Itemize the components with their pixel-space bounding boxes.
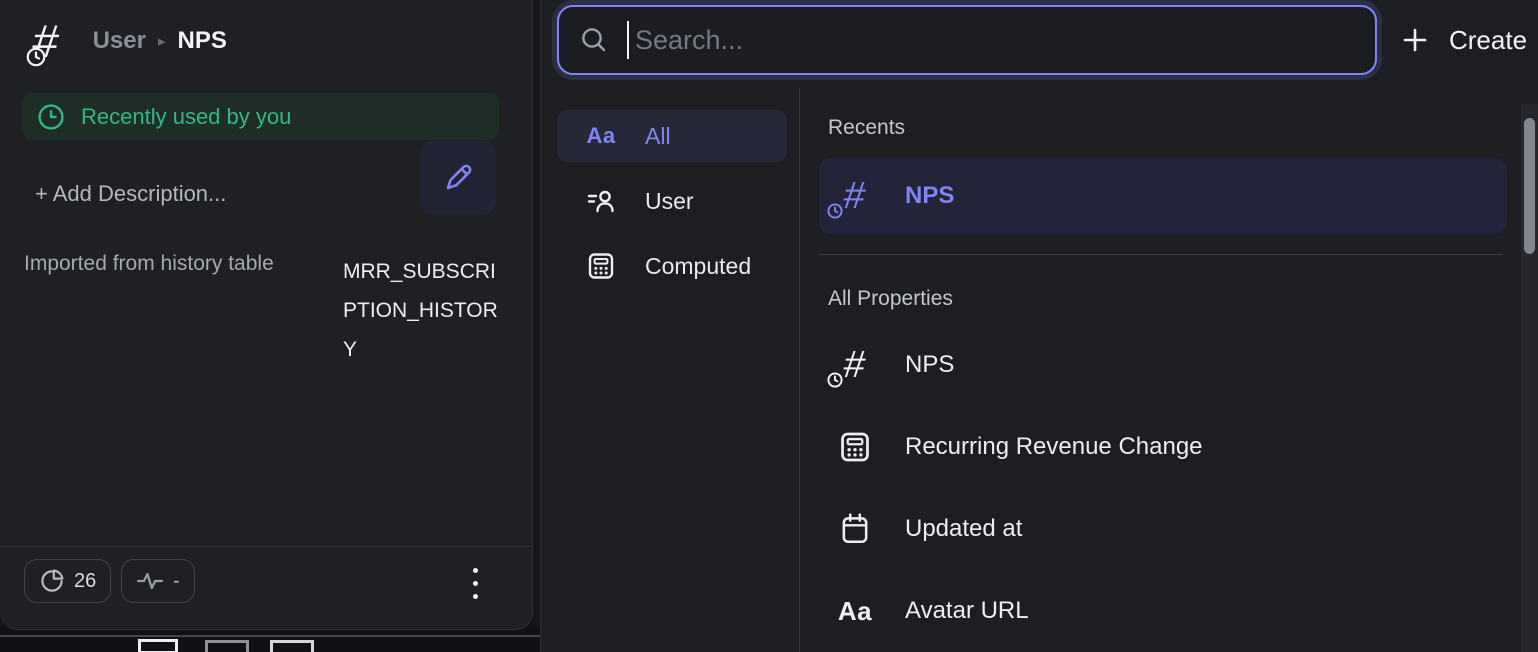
plus-icon — [1401, 26, 1429, 54]
panel-footer: 26 - — [0, 546, 532, 629]
filter-list: Aa All User Computed — [557, 110, 787, 305]
usage-count-button[interactable]: 26 — [24, 559, 111, 603]
imported-from-label: Imported from history table — [24, 252, 274, 276]
results-list: Recents # NPS All Properties # — [819, 88, 1523, 639]
chevron-right-icon: ▸ — [158, 32, 166, 50]
calculator-icon — [833, 430, 877, 464]
numeric-clock-icon: # — [833, 346, 877, 384]
recently-used-badge: Recently used by you — [22, 93, 499, 140]
recents-header: Recents — [828, 88, 1523, 140]
trend-value: - — [173, 570, 180, 593]
property-item-nps[interactable]: # NPS — [819, 337, 1507, 393]
property-detail-panel: # User ▸ NPS Recently used by you + Add … — [0, 0, 533, 630]
calculator-icon — [579, 251, 623, 281]
usage-count: 26 — [74, 570, 96, 593]
recently-used-label: Recently used by you — [81, 104, 291, 130]
filter-computed[interactable]: Computed — [557, 240, 787, 292]
screen: # User ▸ NPS Recently used by you + Add … — [0, 0, 1538, 652]
add-description-button[interactable]: + Add Description... — [35, 181, 226, 207]
scrollbar[interactable] — [1521, 104, 1538, 652]
property-item-label: Avatar URL — [905, 597, 1029, 625]
recent-item-label: NPS — [905, 182, 954, 210]
panel-header: # User ▸ NPS — [33, 18, 227, 64]
text-caret — [627, 21, 629, 59]
breadcrumb-parent[interactable]: User — [93, 27, 146, 55]
kebab-icon — [473, 568, 478, 573]
divider — [799, 88, 800, 652]
aa-text-icon: Aa — [833, 596, 877, 627]
filter-user[interactable]: User — [557, 175, 787, 227]
imported-table-name: MRR_SUBSCRIPTION_HISTORY — [343, 252, 501, 369]
numeric-property-clock-icon: # — [33, 18, 59, 64]
search-box[interactable] — [557, 5, 1377, 75]
trend-button[interactable]: - — [121, 559, 195, 603]
pie-chart-icon — [39, 568, 65, 594]
divider — [819, 254, 1503, 255]
create-button[interactable]: Create — [1401, 16, 1527, 64]
calendar-icon — [833, 512, 877, 546]
create-label: Create — [1449, 25, 1527, 56]
edit-description-button[interactable] — [420, 141, 496, 215]
breadcrumb-current: NPS — [178, 27, 227, 55]
search-icon — [579, 25, 609, 55]
aa-text-icon: Aa — [579, 123, 623, 149]
user-list-icon — [579, 187, 623, 215]
all-properties-header: All Properties — [828, 287, 1523, 311]
more-options-button[interactable] — [462, 561, 488, 605]
pencil-icon — [440, 160, 476, 196]
pulse-icon — [136, 570, 164, 592]
property-item-recurring-revenue-change[interactable]: Recurring Revenue Change — [819, 419, 1507, 475]
breadcrumb: User ▸ NPS — [93, 27, 227, 55]
property-item-label: Recurring Revenue Change — [905, 433, 1203, 461]
scrollbar-thumb[interactable] — [1524, 118, 1535, 254]
numeric-clock-icon: # — [833, 177, 877, 215]
filter-all[interactable]: Aa All — [557, 110, 787, 162]
clock-icon — [37, 103, 65, 131]
filter-label: All — [645, 123, 671, 150]
property-item-label: NPS — [905, 351, 954, 379]
filter-label: Computed — [645, 253, 751, 280]
filter-label: User — [645, 188, 694, 215]
property-item-avatar-url[interactable]: Aa Avatar URL — [819, 583, 1507, 639]
search-input[interactable] — [635, 25, 1355, 56]
property-item-updated-at[interactable]: Updated at — [819, 501, 1507, 557]
recent-item-nps[interactable]: # NPS — [819, 158, 1507, 234]
property-item-label: Updated at — [905, 515, 1022, 543]
property-picker-modal: Create Aa All User Computed Recent — [540, 0, 1538, 652]
